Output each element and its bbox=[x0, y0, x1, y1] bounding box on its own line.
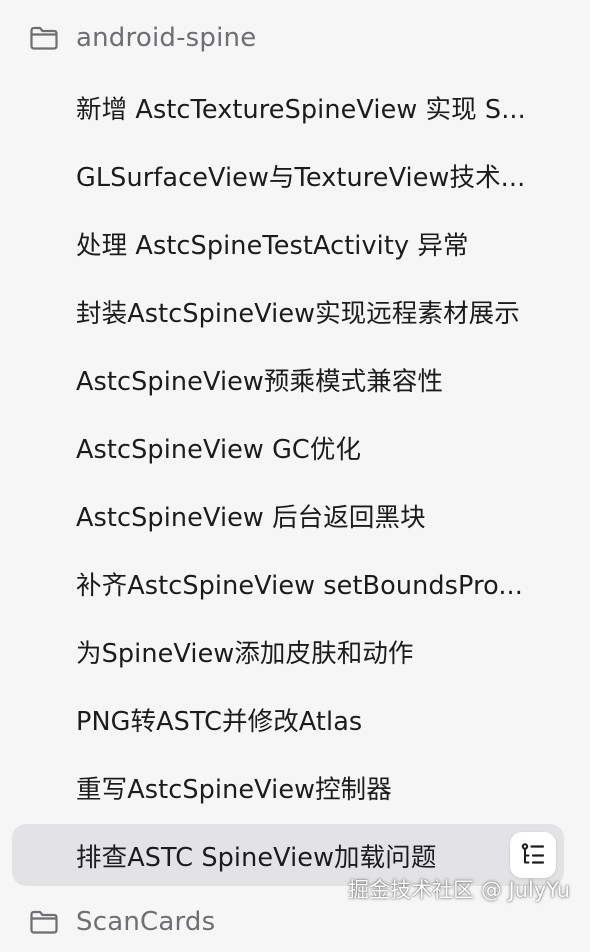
list-item-label: AstcSpineView预乘模式兼容性 bbox=[76, 366, 444, 397]
list-item[interactable]: 补齐AstcSpineView setBoundsPro... bbox=[12, 552, 564, 614]
list-item-label: 封装AstcSpineView实现远程素材展示 bbox=[76, 298, 520, 329]
outline-button[interactable] bbox=[510, 832, 556, 878]
list-item[interactable]: GLSurfaceView与TextureView技术... bbox=[12, 144, 564, 206]
list-item[interactable]: PNG转ASTC并修改Atlas bbox=[12, 688, 564, 750]
folder-label: android-spine bbox=[76, 23, 257, 53]
list-item[interactable]: 封装AstcSpineView实现远程素材展示 bbox=[12, 280, 564, 342]
folder-icon bbox=[30, 26, 58, 50]
list-item[interactable]: AstcSpineView GC优化 bbox=[12, 416, 564, 478]
list-item[interactable]: AstcSpineView预乘模式兼容性 bbox=[12, 348, 564, 410]
list-item-label: 重写AstcSpineView控制器 bbox=[76, 774, 392, 805]
list-item-label: 处理 AstcSpineTestActivity 异常 bbox=[76, 230, 469, 261]
folder-icon bbox=[30, 910, 58, 934]
list-item-label: PNG转ASTC并修改Atlas bbox=[76, 706, 363, 737]
list-item-label: GLSurfaceView与TextureView技术... bbox=[76, 162, 526, 193]
list-item[interactable]: 重写AstcSpineView控制器 bbox=[12, 756, 564, 818]
watermark: 掘金技术社区 @ JulyYu bbox=[348, 878, 570, 902]
sidebar-panel: android-spine 新增 AstcTextureSpineView 实现… bbox=[0, 0, 590, 937]
list-item-label: 新增 AstcTextureSpineView 实现 S... bbox=[76, 94, 526, 125]
list-item-label: 补齐AstcSpineView setBoundsPro... bbox=[76, 570, 523, 601]
list-item[interactable]: AstcSpineView 后台返回黑块 bbox=[12, 484, 564, 546]
list-item-label: AstcSpineView GC优化 bbox=[76, 434, 362, 465]
folder-label: ScanCards bbox=[76, 907, 216, 937]
list-item-label: AstcSpineView 后台返回黑块 bbox=[76, 502, 426, 533]
list-item[interactable]: 为SpineView添加皮肤和动作 bbox=[12, 620, 564, 682]
outline-list-icon bbox=[521, 843, 545, 864]
folder-android-spine[interactable]: android-spine bbox=[0, 8, 590, 68]
list-item-label: 为SpineView添加皮肤和动作 bbox=[76, 638, 414, 669]
list-item[interactable]: 新增 AstcTextureSpineView 实现 S... bbox=[12, 76, 564, 138]
list-item-label: 排查ASTC SpineView加载问题 bbox=[76, 842, 437, 873]
list-item[interactable]: 处理 AstcSpineTestActivity 异常 bbox=[12, 212, 564, 274]
